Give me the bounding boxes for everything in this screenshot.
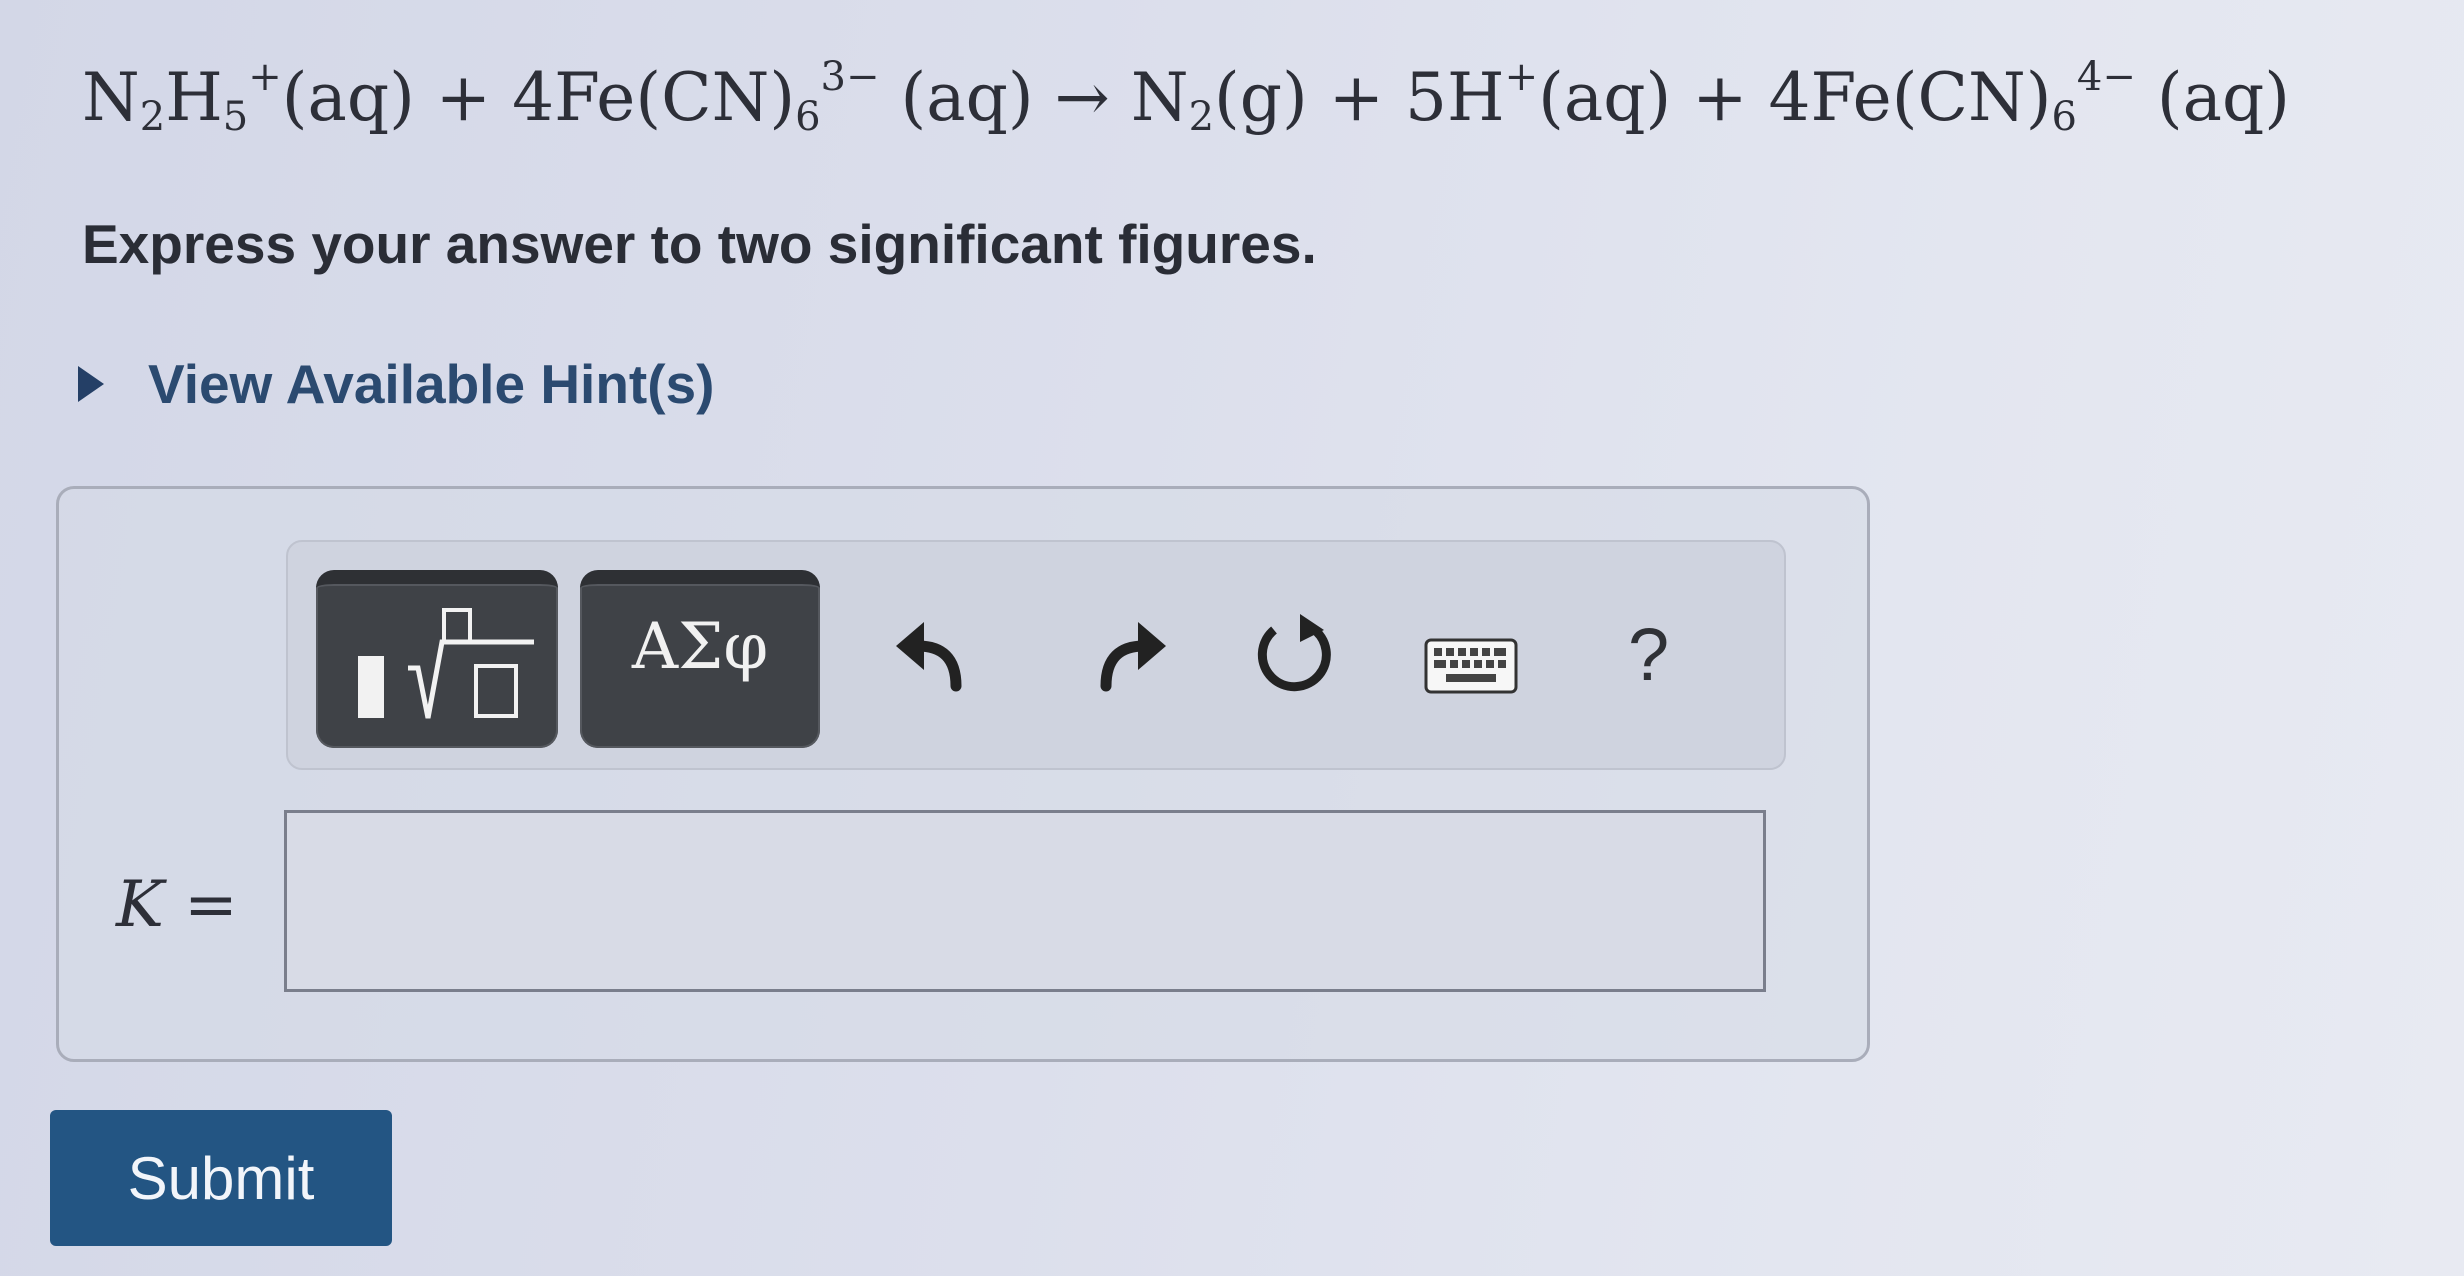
- greek-symbols-icon: ΑΣφ: [631, 610, 769, 684]
- answer-variable: K: [116, 868, 164, 942]
- view-hints-label: View Available Hint(s): [148, 353, 715, 415]
- submit-button[interactable]: Submit: [50, 1110, 392, 1246]
- templates-icon: [358, 608, 534, 719]
- answer-equals: =: [163, 868, 238, 942]
- redo-icon[interactable]: [1082, 608, 1172, 698]
- undo-icon[interactable]: [890, 608, 980, 698]
- greek-symbols-button[interactable]: ΑΣφ: [580, 570, 820, 748]
- view-hints-link[interactable]: View Available Hint(s): [78, 352, 714, 416]
- answer-label: K =: [116, 868, 238, 942]
- keyboard-icon[interactable]: [1424, 638, 1518, 694]
- triangle-right-icon: [78, 366, 104, 402]
- chemical-equation: N2H5+(aq) + 4Fe(CN)63− (aq) → N2(g) + 5H…: [82, 54, 2290, 140]
- help-icon[interactable]: ?: [1628, 612, 1669, 697]
- answer-input[interactable]: [284, 810, 1766, 992]
- instruction-text: Express your answer to two significant f…: [82, 213, 1317, 275]
- reset-icon[interactable]: [1250, 608, 1340, 698]
- templates-button[interactable]: [316, 570, 558, 748]
